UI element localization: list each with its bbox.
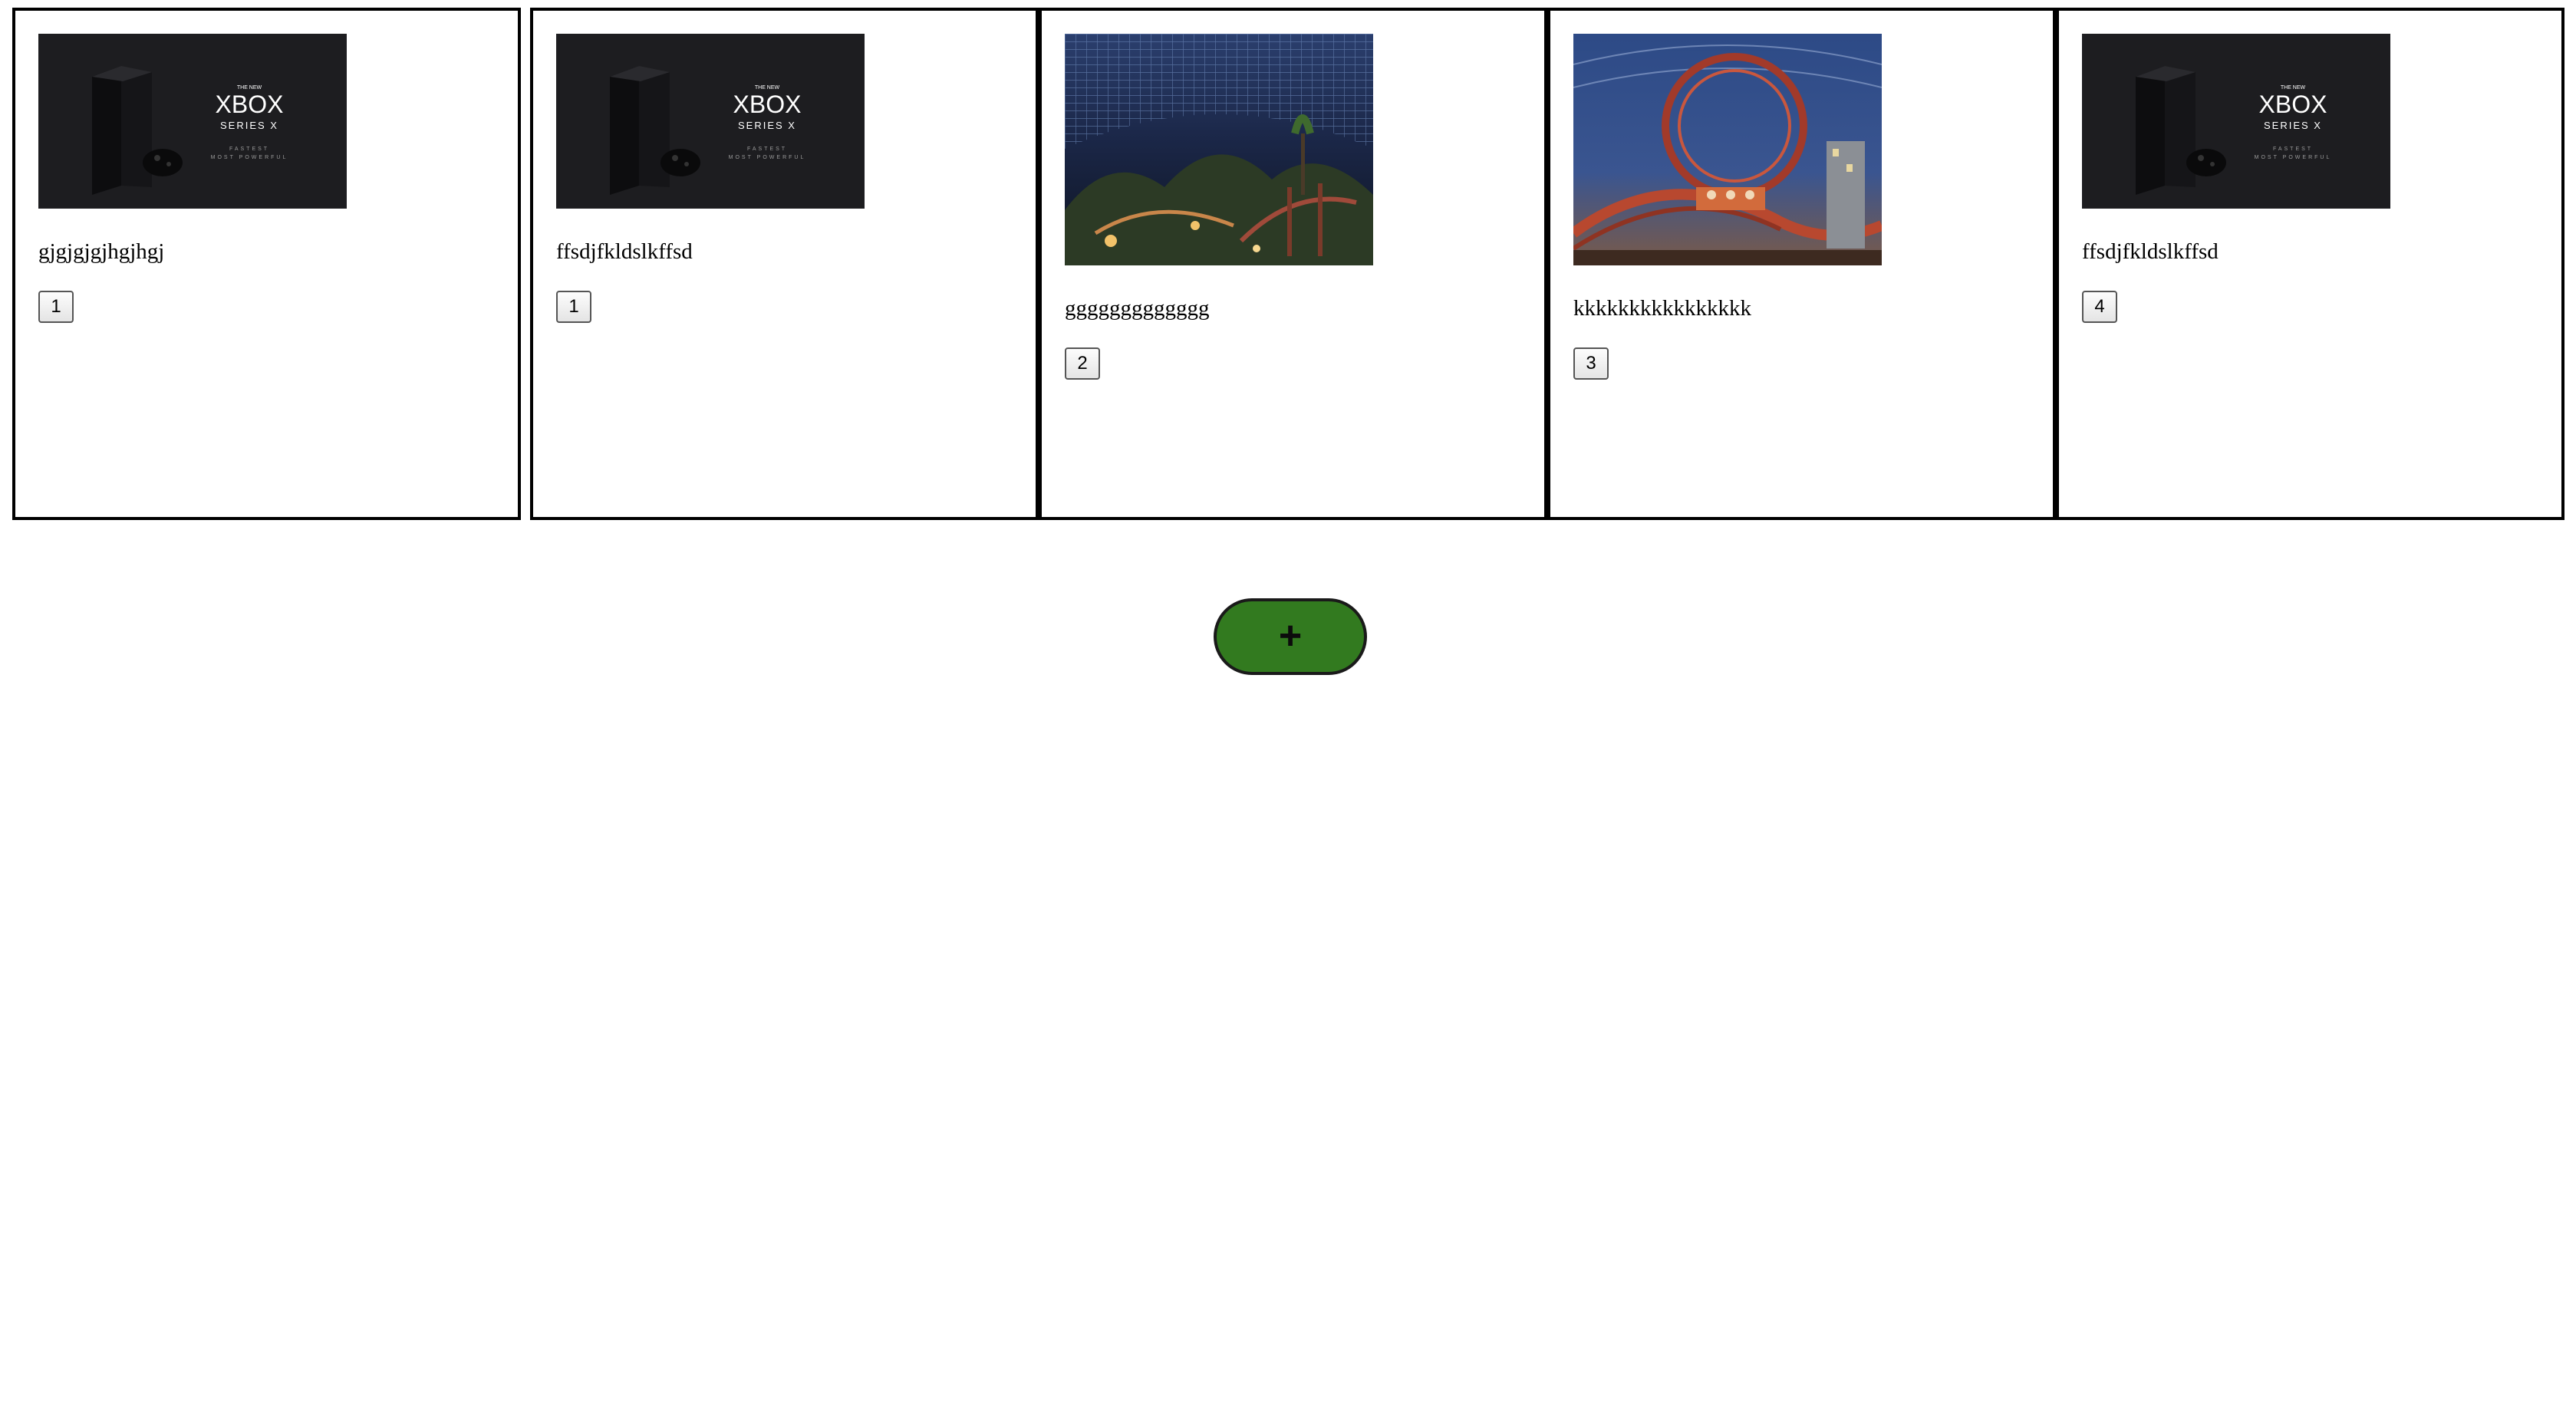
xbox-series-x-image: THE NEW XBOX SERIES X FASTEST MOST POWER… [2082,34,2390,209]
xbox-image-model: SERIES X [2264,120,2322,131]
xbox-image-tag2: MOST POWERFUL [211,155,288,160]
card-list: THE NEW XBOX SERIES X FASTEST MOST POWER… [12,8,2564,520]
xbox-image-model: SERIES X [220,120,278,131]
product-card: THE NEW XBOX SERIES X FASTEST MOST POWER… [530,8,1039,520]
card-title: kkkkkkkkkkkkkkkk [1573,296,1751,321]
xbox-image-tag1: FASTEST [229,147,269,152]
product-card: THE NEW XBOX SERIES X FASTEST MOST POWER… [12,8,521,520]
count-button[interactable]: 2 [1065,347,1100,380]
xbox-image-tag1: FASTEST [747,147,787,152]
xbox-image-topline: THE NEW [237,85,262,91]
product-card: kkkkkkkkkkkkkkkk 3 [1547,8,2056,520]
xbox-image-topline: THE NEW [2281,85,2306,91]
product-card: THE NEW XBOX SERIES X FASTEST MOST POWER… [2056,8,2564,520]
add-button[interactable]: + [1214,598,1367,675]
indoor-theme-park-image [1065,34,1373,265]
xbox-series-x-image: THE NEW XBOX SERIES X FASTEST MOST POWER… [556,34,865,209]
count-button[interactable]: 4 [2082,291,2117,323]
xbox-series-x-image: THE NEW XBOX SERIES X FASTEST MOST POWER… [38,34,347,209]
xbox-image-topline: THE NEW [755,85,780,91]
xbox-image-tag2: MOST POWERFUL [729,155,806,160]
roller-coaster-image [1573,34,1882,265]
count-button[interactable]: 1 [556,291,591,323]
xbox-image-brand: XBOX [216,91,284,118]
xbox-image-brand: XBOX [2259,91,2327,118]
card-title: ffsdjfkldslkffsd [2082,239,2219,264]
xbox-image-model: SERIES X [738,120,796,131]
xbox-image-tag2: MOST POWERFUL [2255,155,2332,160]
xbox-image-tag1: FASTEST [2273,147,2313,152]
xbox-image-brand: XBOX [733,91,802,118]
product-card: ggggggggggggg 2 [1039,8,1547,520]
card-title: ggggggggggggg [1065,296,1210,321]
card-title: gjgjgjgjhgjhgj [38,239,165,264]
count-button[interactable]: 3 [1573,347,1609,380]
count-button[interactable]: 1 [38,291,74,323]
card-title: ffsdjfkldslkffsd [556,239,693,264]
